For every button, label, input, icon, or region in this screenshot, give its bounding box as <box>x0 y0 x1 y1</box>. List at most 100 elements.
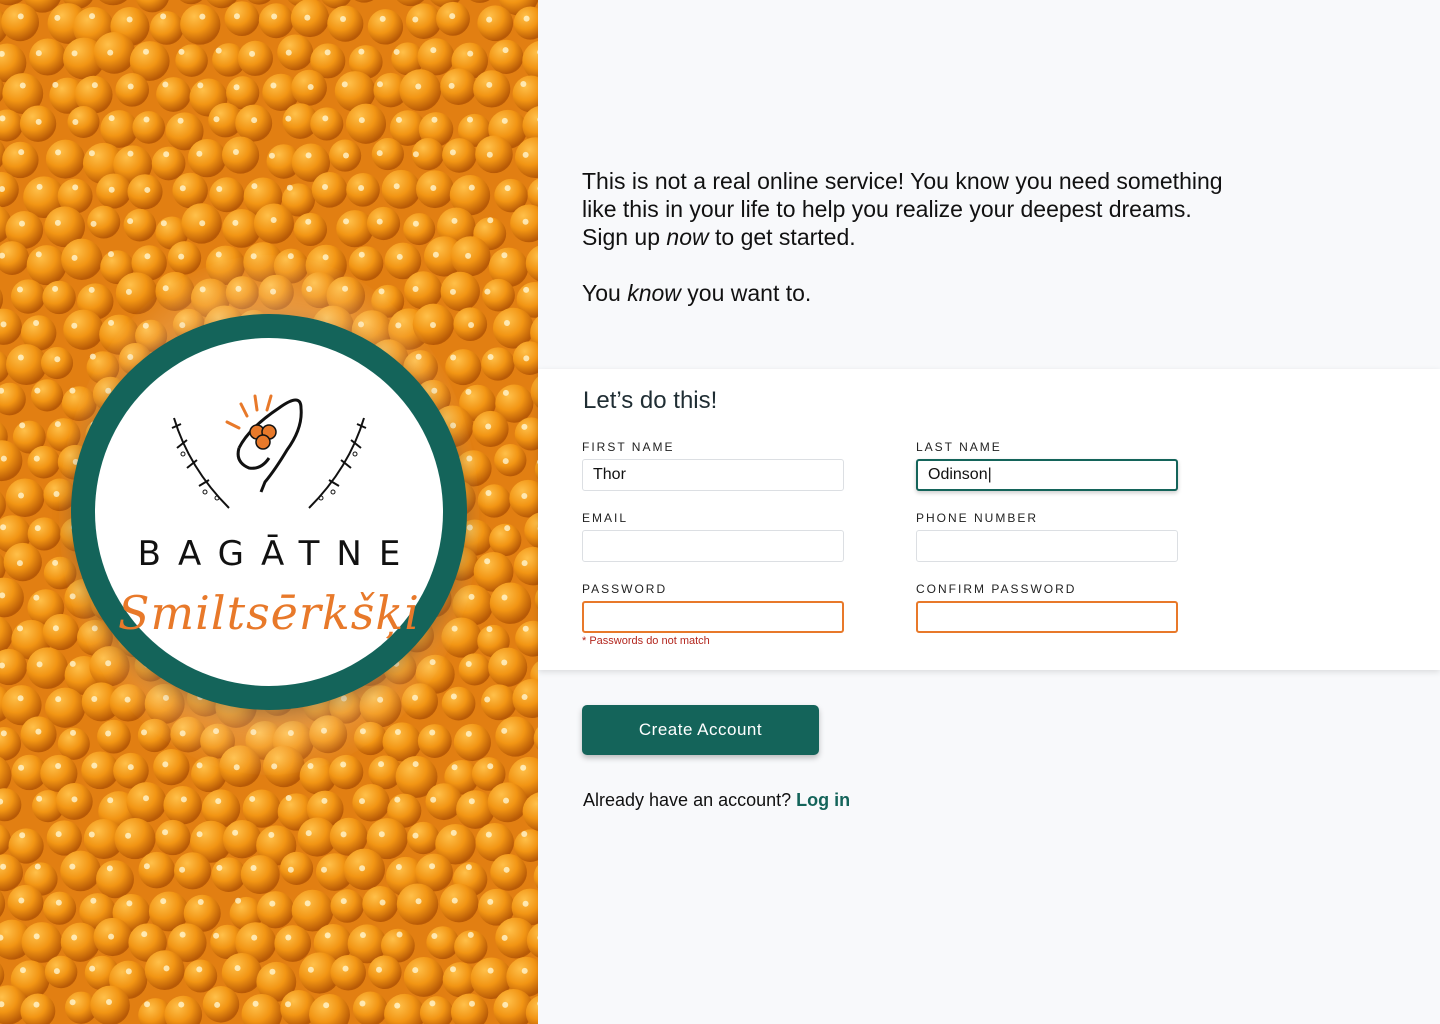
berry <box>132 111 166 144</box>
berry-highlight <box>108 186 115 193</box>
berry-highlight <box>178 48 185 55</box>
berry-highlight <box>321 866 328 873</box>
berry <box>164 995 203 1024</box>
berry-highlight <box>467 50 474 57</box>
berry-highlight <box>215 47 222 54</box>
berry <box>26 245 67 286</box>
berry-highlight <box>19 967 26 974</box>
berry <box>403 213 436 246</box>
berry-highlight <box>55 762 62 769</box>
berry-highlight <box>89 353 96 360</box>
berry <box>26 647 69 689</box>
password-input[interactable] <box>582 601 844 633</box>
berry <box>384 993 425 1024</box>
berry-highlight <box>54 421 61 428</box>
berry-highlight <box>215 798 222 805</box>
create-account-button[interactable]: Create Account <box>582 705 819 755</box>
berry-highlight <box>486 626 493 633</box>
berry <box>475 135 513 174</box>
berry-highlight <box>0 455 7 462</box>
berry <box>368 955 402 990</box>
berry <box>381 169 421 209</box>
berry-highlight <box>358 184 365 191</box>
hand-berries-emblem-icon <box>171 394 367 509</box>
berry-highlight <box>71 934 78 941</box>
berry-highlight <box>504 525 511 532</box>
berry <box>477 484 511 518</box>
berry <box>399 69 442 112</box>
berry-highlight <box>468 1000 475 1007</box>
berry-highlight <box>127 83 134 90</box>
berry <box>155 819 191 856</box>
berry-highlight <box>523 15 530 22</box>
berry-highlight <box>19 422 26 429</box>
berry <box>180 4 221 45</box>
berry-highlight <box>523 286 530 293</box>
berry-highlight <box>376 150 383 157</box>
berry-highlight <box>468 593 475 600</box>
berry-highlight <box>504 185 511 192</box>
berry-highlight <box>55 899 62 906</box>
berry-highlight <box>451 764 458 771</box>
berry-highlight <box>522 900 529 907</box>
first-name-input[interactable]: Thor <box>582 459 844 491</box>
berry <box>42 613 80 651</box>
berry-highlight <box>178 1001 185 1008</box>
berry <box>202 986 240 1023</box>
email-label: EMAIL <box>582 511 629 525</box>
berry-highlight <box>467 931 474 938</box>
berry <box>237 40 273 76</box>
berry-highlight <box>232 829 239 836</box>
berry <box>417 724 452 758</box>
berry <box>209 177 245 213</box>
berry-highlight <box>448 82 455 89</box>
berry-highlight <box>465 864 472 871</box>
berry <box>472 410 509 448</box>
berry-highlight <box>468 798 475 805</box>
phone-input[interactable] <box>916 530 1178 562</box>
berry-highlight <box>468 322 475 329</box>
confirm-password-input[interactable] <box>916 601 1178 633</box>
berry-highlight <box>521 423 528 430</box>
login-link[interactable]: Log in <box>796 790 850 810</box>
berry-highlight <box>69 387 76 394</box>
berry <box>114 818 156 860</box>
berry-highlight <box>376 966 383 973</box>
berry <box>470 0 490 3</box>
berry <box>490 854 527 891</box>
password-error-message: * Passwords do not match <box>582 635 710 647</box>
berry <box>5 344 47 386</box>
berry-highlight <box>449 13 456 20</box>
berry <box>440 271 480 312</box>
berry-highlight <box>429 863 436 870</box>
last-name-input[interactable]: Odinson| <box>916 459 1178 491</box>
berry-highlight <box>304 14 311 21</box>
berry-highlight <box>163 151 170 158</box>
berry-highlight <box>465 388 472 395</box>
berry-highlight <box>287 866 294 873</box>
berry-highlight <box>18 149 25 156</box>
berry-highlight <box>486 151 493 158</box>
email-input[interactable] <box>582 530 844 562</box>
berry-highlight <box>430 47 437 54</box>
berry-highlight <box>36 183 43 190</box>
berry-highlight <box>35 728 42 735</box>
berry-highlight <box>17 13 24 20</box>
berry-highlight <box>520 81 527 88</box>
berry-highlight <box>53 968 60 975</box>
berry-highlight <box>127 150 134 157</box>
berry-highlight <box>34 387 41 394</box>
berry <box>3 542 42 582</box>
berry-highlight <box>143 48 150 55</box>
berry-highlight <box>484 558 491 565</box>
berry <box>280 851 314 885</box>
berry <box>367 9 404 45</box>
berry-highlight <box>232 219 239 226</box>
berry-highlight <box>358 48 365 55</box>
berry-highlight <box>72 184 79 191</box>
berry <box>29 38 67 76</box>
berry-highlight <box>90 220 97 227</box>
berry-highlight <box>233 13 240 20</box>
berry <box>450 993 489 1024</box>
berry-highlight <box>199 13 206 20</box>
